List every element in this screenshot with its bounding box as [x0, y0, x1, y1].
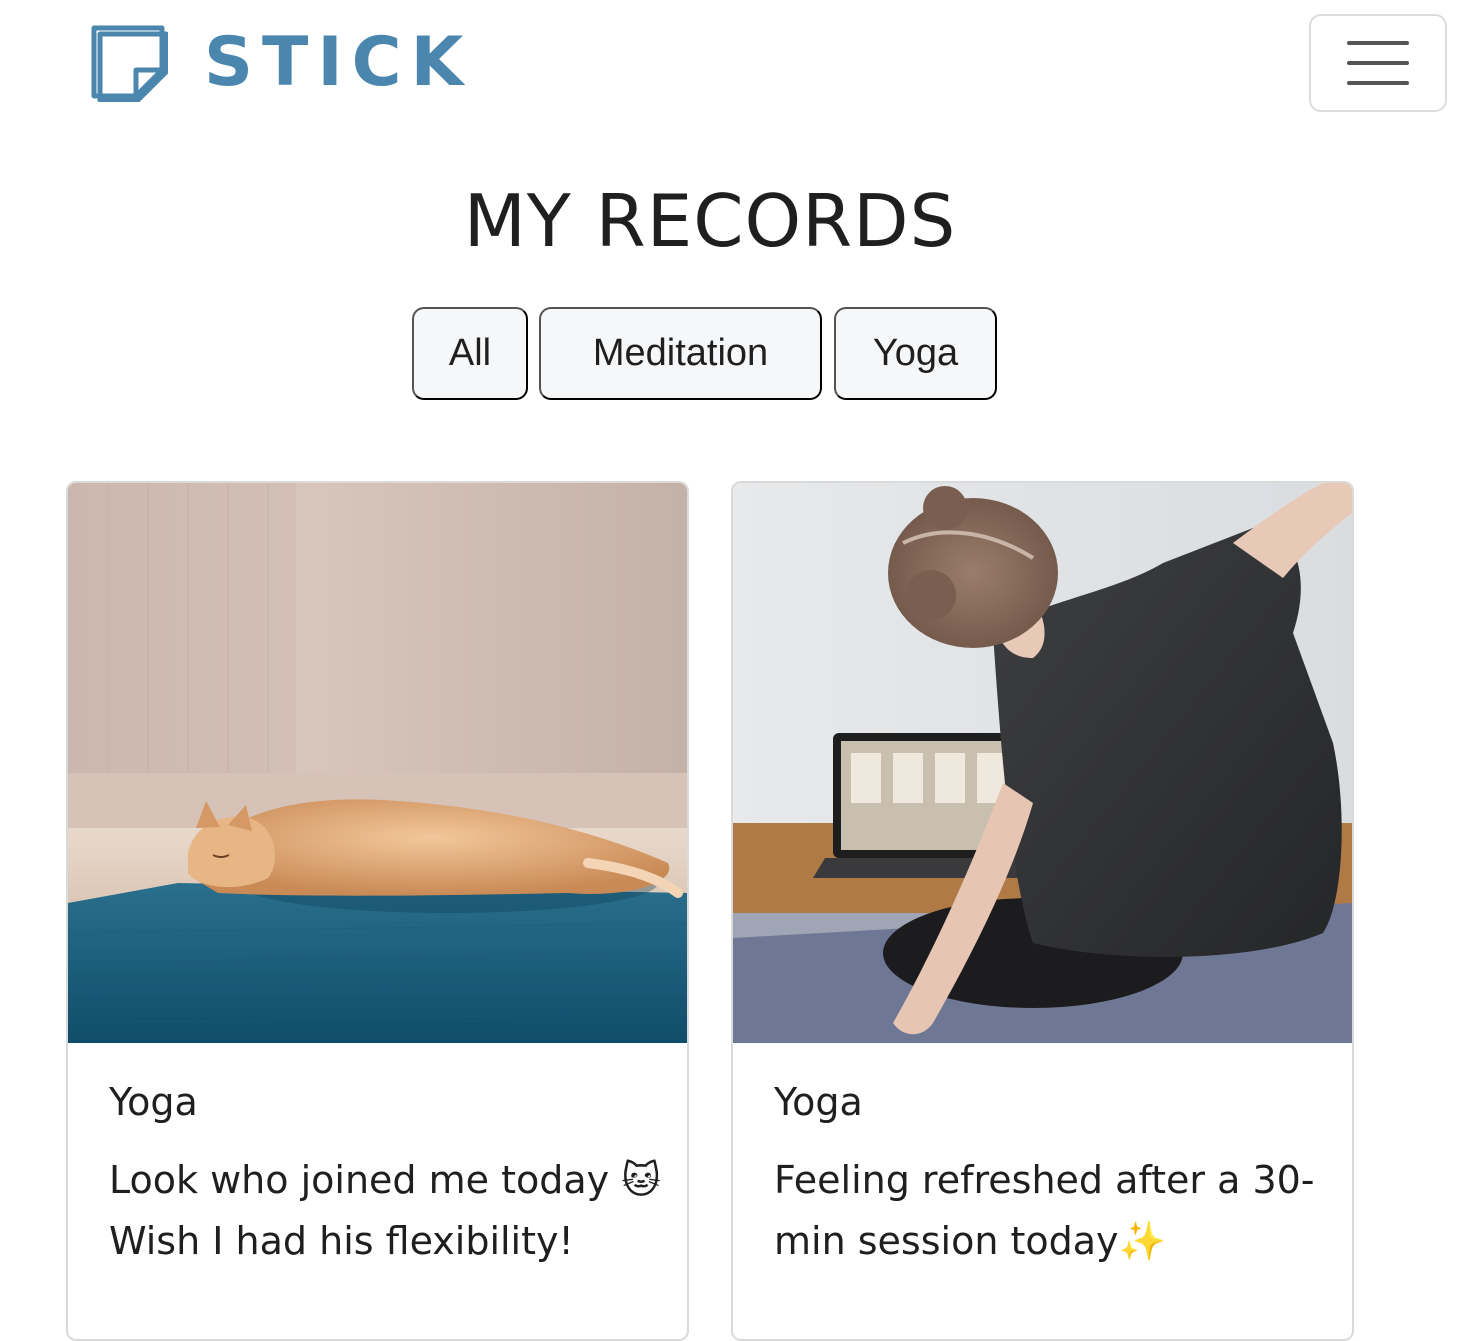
- record-card[interactable]: Yoga Feeling refreshed after a 30-min se…: [731, 481, 1354, 1341]
- page-title: MY RECORDS: [463, 179, 957, 263]
- filter-yoga-button[interactable]: Yoga: [834, 307, 997, 400]
- hamburger-menu-icon: [1347, 41, 1409, 85]
- filter-all-button[interactable]: All: [412, 307, 528, 400]
- brand-name: STICK: [204, 23, 473, 102]
- card-text: Feeling refreshed after a 30-min session…: [774, 1158, 1315, 1263]
- card-category: Yoga: [109, 1080, 198, 1124]
- filter-meditation-button[interactable]: Meditation: [539, 307, 822, 400]
- record-card[interactable]: Yoga Look who joined me today 🐱 Wish I h…: [66, 481, 689, 1341]
- sticky-note-icon: [91, 25, 168, 102]
- card-text: Look who joined me today 🐱 Wish I had hi…: [109, 1158, 661, 1263]
- card-image-woman-stretching: [733, 483, 1352, 1043]
- menu-toggle-button[interactable]: [1309, 14, 1447, 112]
- navbar: STICK: [0, 0, 1462, 125]
- card-category: Yoga: [774, 1080, 863, 1124]
- brand-link[interactable]: STICK: [90, 24, 472, 102]
- card-image-cat-on-mat: [68, 483, 687, 1043]
